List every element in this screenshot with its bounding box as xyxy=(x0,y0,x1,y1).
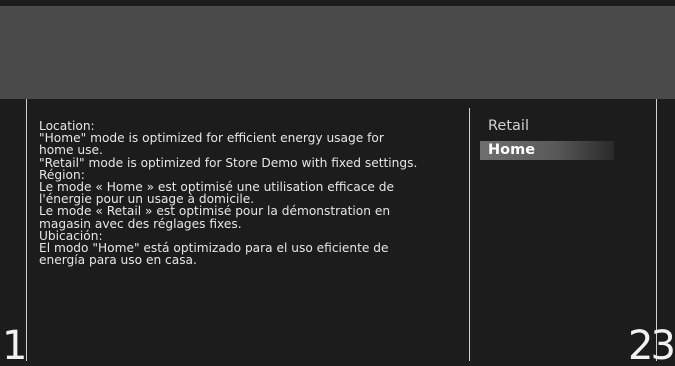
description-line: home use. xyxy=(39,143,103,158)
page-number-right: 23 xyxy=(628,323,675,366)
menu-item-retail[interactable]: Retail xyxy=(480,117,614,136)
page-number-left: 1 xyxy=(2,323,28,366)
left-divider xyxy=(26,99,27,361)
description-line: "Retail" mode is optimized for Store Dem… xyxy=(39,155,418,170)
description-line: energía para uso en casa. xyxy=(39,253,197,268)
location-menu: Retail Home xyxy=(480,117,614,165)
menu-item-home[interactable]: Home xyxy=(480,141,614,160)
screen: Location: "Home" mode is optimized for e… xyxy=(0,0,675,366)
location-description: Location: "Home" mode is optimized for e… xyxy=(39,120,464,268)
right-divider xyxy=(656,99,657,361)
description-line: Le mode « Retail » est optimisé pour la … xyxy=(39,204,391,219)
top-banner xyxy=(0,6,675,99)
middle-divider xyxy=(469,108,470,361)
description-line: magasin avec des réglages fixes. xyxy=(39,216,242,231)
